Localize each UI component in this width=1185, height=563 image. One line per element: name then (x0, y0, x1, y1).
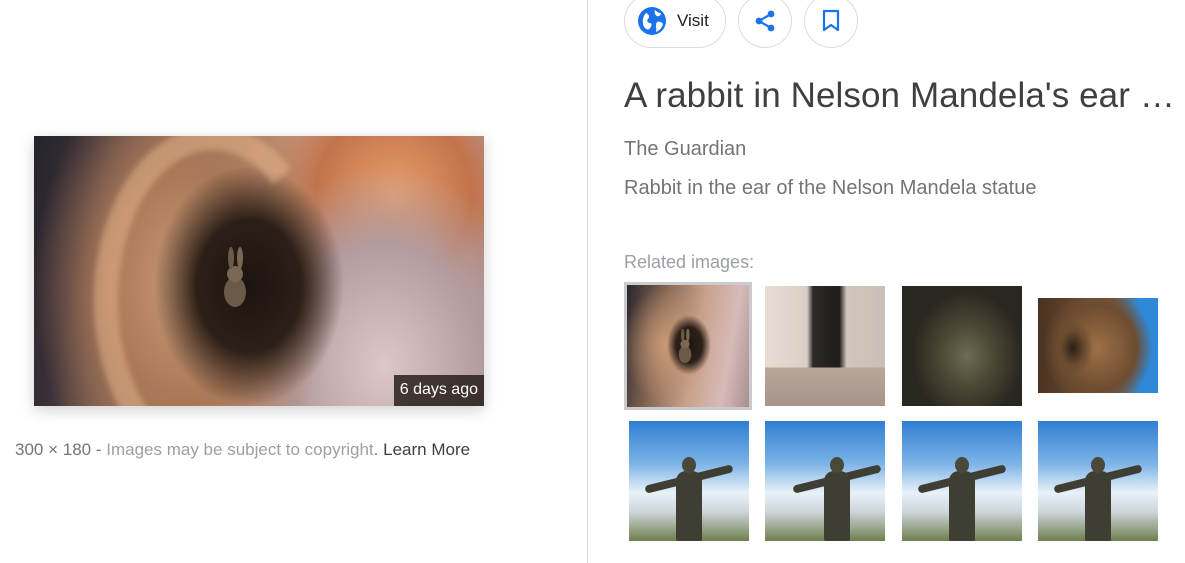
statue-figure (824, 457, 850, 541)
statue-figure (1085, 457, 1111, 541)
related-image-2[interactable] (765, 286, 885, 406)
related-image-1[interactable] (624, 282, 752, 410)
globe-icon (638, 7, 666, 35)
statue-figure (676, 457, 702, 541)
visit-button[interactable]: Visit (624, 0, 726, 48)
save-button[interactable] (804, 0, 858, 48)
age-badge: 6 days ago (393, 375, 484, 406)
meta-period: . (373, 440, 379, 459)
image-dimensions: 300 × 180 (15, 440, 92, 459)
pane-divider (587, 0, 588, 563)
related-images-label: Related images: (624, 252, 755, 272)
learn-more-link[interactable]: Learn More (383, 440, 470, 459)
related-image-8[interactable] (1038, 421, 1158, 541)
rabbit-figure (224, 247, 246, 307)
statue-figure (949, 457, 975, 541)
result-caption: Rabbit in the ear of the Nelson Mandela … (624, 177, 1037, 199)
related-image-3[interactable] (902, 286, 1022, 406)
related-image-5[interactable] (629, 421, 749, 541)
share-button[interactable] (738, 0, 792, 48)
image-meta: 300 × 180 - Images may be subject to cop… (15, 440, 470, 460)
preview-image[interactable]: 6 days ago (34, 136, 484, 406)
related-image-6[interactable] (765, 421, 885, 541)
copyright-notice: Images may be subject to copyright (106, 440, 374, 459)
meta-separator: - (95, 440, 102, 459)
share-icon (755, 10, 775, 32)
bookmark-icon (822, 9, 840, 32)
visit-label: Visit (677, 11, 709, 30)
ear-shape (94, 136, 332, 406)
result-source: The Guardian (624, 138, 747, 160)
related-image-7[interactable] (902, 421, 1022, 541)
related-image-4[interactable] (1038, 298, 1158, 393)
result-title[interactable]: A rabbit in Nelson Mandela's ear … (624, 76, 1175, 116)
rabbit-figure-small (678, 328, 692, 363)
